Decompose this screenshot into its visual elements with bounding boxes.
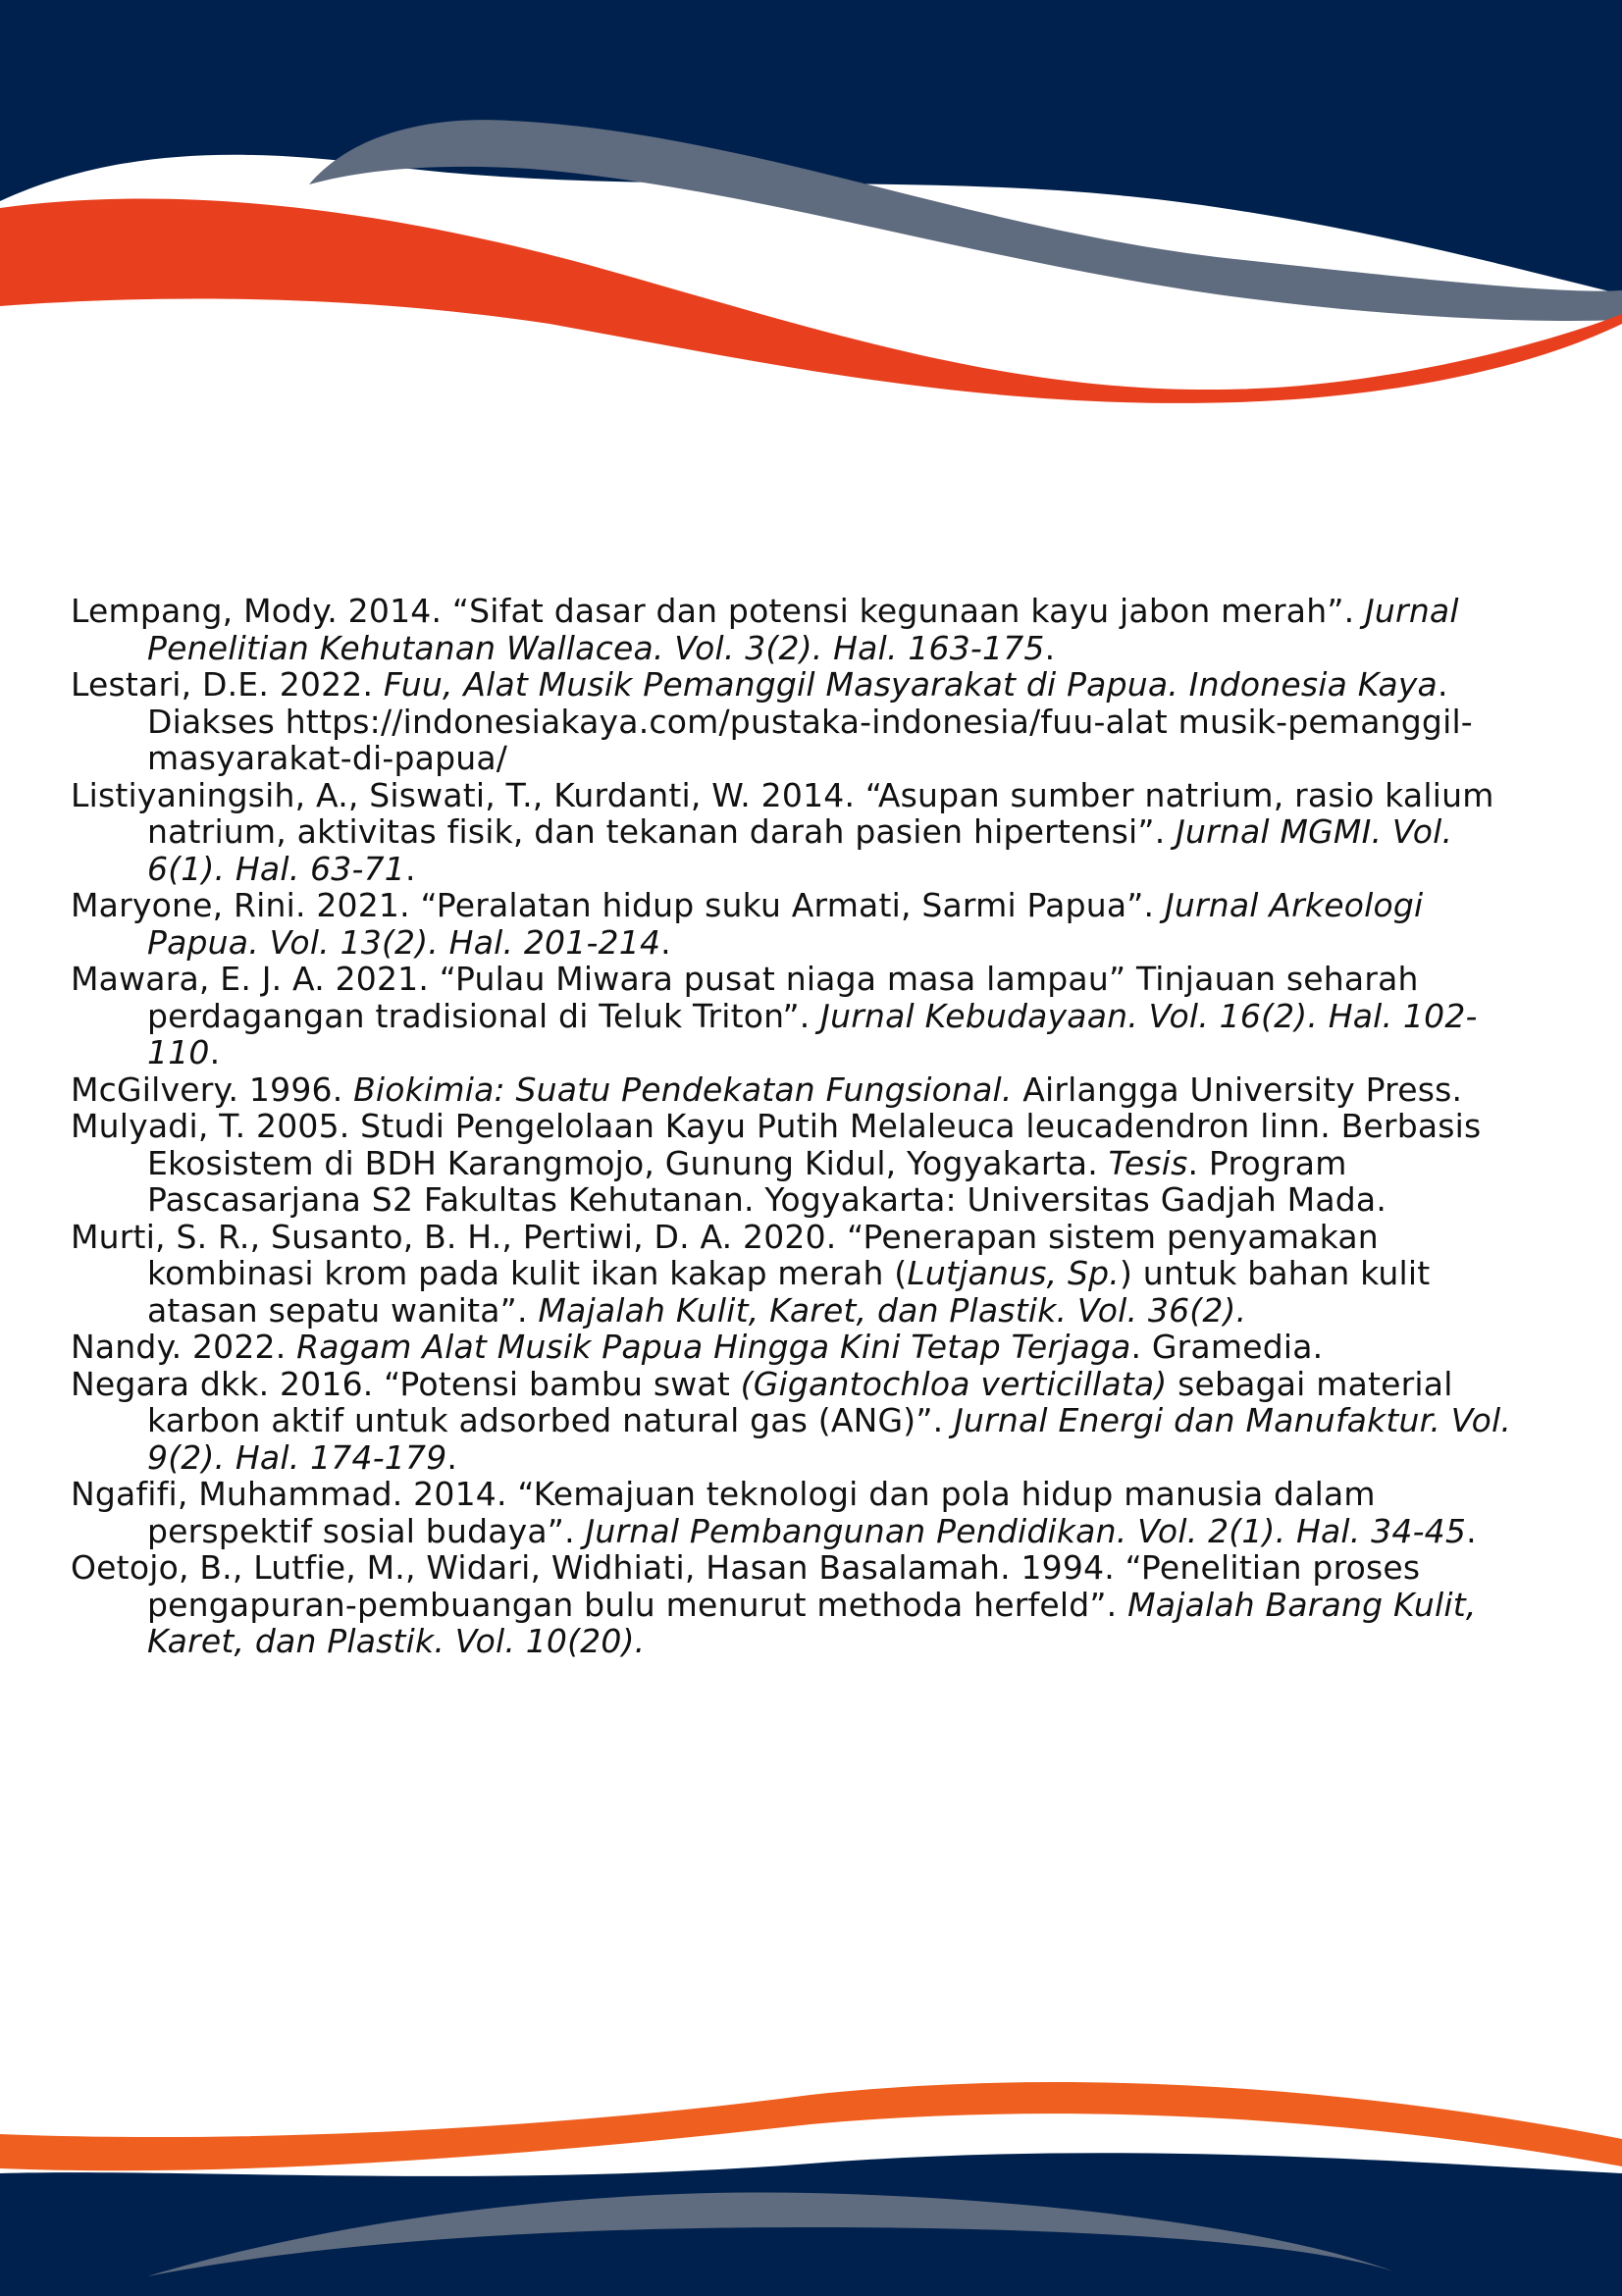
reference-entry: Murti, S. R., Susanto, B. H., Pertiwi, D… xyxy=(71,1218,1533,1330)
reference-text: . xyxy=(1044,628,1056,667)
reference-italic-text: Fuu, Alat Musik Pemanggil Masyarakat di … xyxy=(383,665,1438,704)
reference-entry: Listiyaningsih, A., Siswati, T., Kurdant… xyxy=(71,776,1533,888)
reference-text: Maryone, Rini. 2021. “Peralatan hidup su… xyxy=(71,886,1165,924)
reference-italic-text: Tesis xyxy=(1108,1143,1188,1182)
reference-text: . xyxy=(660,922,671,962)
reference-text: Lestari, D.E. 2022. xyxy=(71,665,384,704)
reference-entry: Lestari, D.E. 2022. Fuu, Alat Musik Pema… xyxy=(71,666,1533,777)
reference-list: Lempang, Mody. 2014. “Sifat dasar dan po… xyxy=(71,593,1533,1660)
reference-entry: Maryone, Rini. 2021. “Peralatan hidup su… xyxy=(71,887,1533,961)
reference-entry: Ngafifi, Muhammad. 2014. “Kemajuan tekno… xyxy=(71,1476,1533,1549)
reference-text: Negara dkk. 2016. “Potensi bambu swat xyxy=(71,1364,741,1403)
reference-italic-text: Majalah Kulit, Karet, dan Plastik. Vol. … xyxy=(538,1290,1247,1330)
reference-entry: Mawara, E. J. A. 2021. “Pulau Miwara pus… xyxy=(71,961,1533,1071)
reference-entry: Oetojo, B., Lutfie, M., Widari, Widhiati… xyxy=(71,1549,1533,1660)
reference-entry: Negara dkk. 2016. “Potensi bambu swat (G… xyxy=(71,1364,1533,1477)
reference-text: . xyxy=(209,1033,221,1071)
reference-text: McGilvery. 1996. xyxy=(71,1070,354,1109)
reference-text: . xyxy=(446,1437,458,1477)
bottom-wave-decoration xyxy=(0,2070,1622,2296)
reference-text: Nandy. 2022. xyxy=(71,1328,297,1366)
reference-italic-text: Lutjanus, Sp. xyxy=(907,1254,1120,1292)
reference-text: . Gramedia. xyxy=(1130,1328,1324,1366)
reference-entry: Nandy. 2022. Ragam Alat Musik Papua Hing… xyxy=(71,1329,1533,1366)
top-wave-decoration xyxy=(0,0,1622,412)
reference-entry: Lempang, Mody. 2014. “Sifat dasar dan po… xyxy=(71,593,1533,666)
reference-italic-text: Jurnal Pembangunan Pendidikan. Vol. 2(1)… xyxy=(585,1511,1467,1550)
reference-entry: Mulyadi, T. 2005. Studi Pengelolaan Kayu… xyxy=(71,1108,1533,1219)
reference-italic-text: Biokimia: Suatu Pendekatan Fungsional. xyxy=(353,1070,1013,1109)
reference-text: Lempang, Mody. 2014. “Sifat dasar dan po… xyxy=(71,592,1365,630)
reference-entry: McGilvery. 1996. Biokimia: Suatu Pendeka… xyxy=(71,1070,1533,1109)
reference-italic-text: Ragam Alat Musik Papua Hingga Kini Tetap… xyxy=(296,1328,1131,1366)
reference-text: . xyxy=(405,849,416,888)
reference-italic-text: (Gigantochloa verticillata) xyxy=(740,1364,1168,1403)
reference-text: . xyxy=(1466,1511,1477,1550)
reference-text: Airlangga University Press. xyxy=(1012,1070,1463,1109)
